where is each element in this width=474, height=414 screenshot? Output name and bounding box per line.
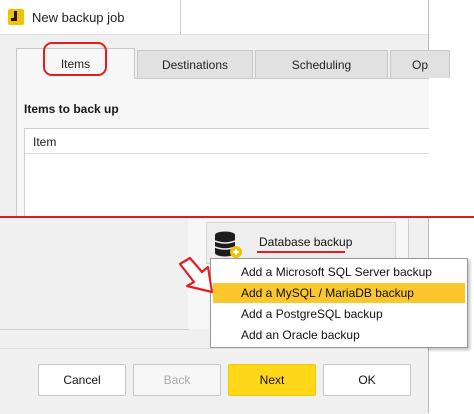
items-list[interactable]: Item: [24, 128, 429, 217]
menu-item-mysql[interactable]: Add a MySQL / MariaDB backup: [213, 283, 465, 303]
window-title: New backup job: [32, 10, 125, 25]
menu-item-oracle[interactable]: Add an Oracle backup: [213, 325, 465, 345]
back-button[interactable]: Back: [133, 364, 221, 396]
database-backup-label: Database backup: [259, 235, 353, 249]
items-heading: Items to back up: [24, 102, 119, 116]
background-window-edge: [180, 0, 181, 34]
tab-destinations[interactable]: Destinations: [137, 50, 253, 78]
items-list-lower: [0, 218, 189, 330]
cancel-button[interactable]: Cancel: [38, 364, 126, 396]
menu-item-mssql[interactable]: Add a Microsoft SQL Server backup: [213, 262, 465, 282]
title-bar: New backup job: [0, 0, 428, 35]
app-logo-icon: [8, 9, 24, 25]
annotation-arrow-icon: [178, 256, 214, 294]
item-column-header[interactable]: Item: [25, 129, 429, 154]
tab-scheduling[interactable]: Scheduling: [255, 50, 388, 78]
next-button[interactable]: Next: [228, 364, 316, 396]
database-backup-menu: Add a Microsoft SQL Server backup Add a …: [210, 258, 468, 348]
menu-item-postgresql[interactable]: Add a PostgreSQL backup: [213, 304, 465, 324]
tab-options[interactable]: Op: [390, 50, 450, 78]
ok-button[interactable]: OK: [323, 364, 411, 396]
database-backup-annotation: [257, 251, 345, 253]
item-column-label: Item: [33, 135, 57, 149]
items-tab-annotation: [43, 42, 107, 76]
